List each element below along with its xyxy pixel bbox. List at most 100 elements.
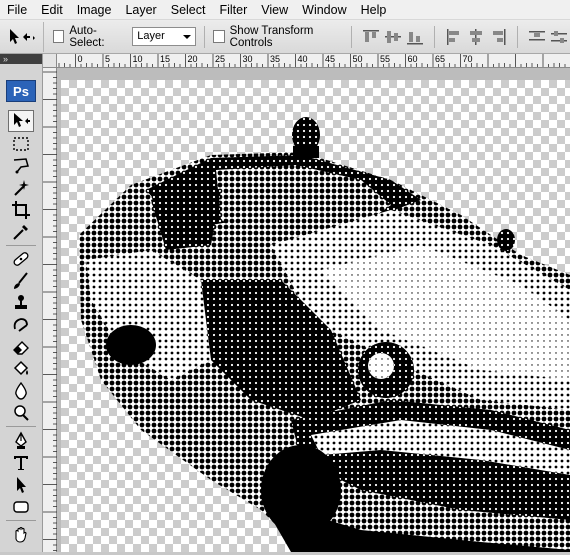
ps-logo[interactable]: Ps <box>6 80 36 102</box>
ruler-label: 45 <box>325 54 336 64</box>
ruler-label: 50 <box>352 54 363 64</box>
blur-drop-icon <box>15 381 27 400</box>
paint-bucket-tool[interactable] <box>8 358 34 380</box>
align-top-edges-button[interactable] <box>362 28 380 46</box>
align-top-icon <box>363 29 380 42</box>
vertical-ruler[interactable] <box>43 68 57 552</box>
align-left-icon <box>447 28 460 45</box>
auto-select-value: Layer <box>137 30 165 42</box>
lasso-tool[interactable] <box>8 155 34 177</box>
healing-brush-tool[interactable] <box>8 248 34 270</box>
hand-icon <box>15 526 27 543</box>
ruler-corner[interactable] <box>43 54 57 68</box>
brush-tool[interactable] <box>8 270 34 292</box>
ruler-label: 65 <box>435 54 446 64</box>
ruler-label: 15 <box>160 54 171 64</box>
menu-layer[interactable]: Layer <box>118 0 163 20</box>
menu-image[interactable]: Image <box>70 0 119 20</box>
magic-wand-tool[interactable] <box>8 177 34 199</box>
pen-icon <box>15 431 27 449</box>
halftone-police-car-image <box>79 117 570 552</box>
distribute-top-button[interactable] <box>528 28 546 46</box>
ruler-label: 5 <box>105 54 111 64</box>
ruler-label: 70 <box>462 54 473 64</box>
move-tool[interactable] <box>8 110 34 132</box>
ruler-label: 20 <box>187 54 198 64</box>
menu-window[interactable]: Window <box>295 0 353 20</box>
auto-select-dropdown[interactable]: Layer <box>132 27 197 46</box>
blur-tool[interactable] <box>8 380 34 402</box>
align-left-edges-button[interactable] <box>445 28 463 46</box>
eyedropper-tool[interactable] <box>8 221 34 243</box>
type-icon <box>14 456 28 470</box>
show-transform-checkbox[interactable] <box>213 30 225 43</box>
align-horizontal-centers-button[interactable] <box>467 28 485 46</box>
divider <box>6 426 36 427</box>
distribute-vcenter-icon <box>551 30 567 43</box>
stamp-icon <box>15 295 27 309</box>
paint-bucket-icon <box>13 360 29 376</box>
auto-select-label: Auto-Select: <box>69 24 105 49</box>
divider <box>6 245 36 246</box>
menu-bar: File Edit Image Layer Select Filter View… <box>0 0 570 20</box>
show-transform-label: Show Transform Controls <box>229 24 314 49</box>
path-selection-tool[interactable] <box>8 474 34 496</box>
menu-file[interactable]: File <box>0 0 34 20</box>
align-right-icon <box>493 28 506 45</box>
toolbox: » Ps <box>0 54 43 552</box>
divider <box>351 25 353 48</box>
rounded-rectangle-icon <box>13 501 29 513</box>
align-bottom-edges-button[interactable] <box>406 28 424 46</box>
hand-tool[interactable] <box>8 524 34 546</box>
ruler-label: 40 <box>297 54 308 64</box>
tool-preset-picker[interactable] <box>0 21 44 52</box>
path-selection-icon <box>17 477 26 493</box>
align-hcenter-icon <box>470 28 483 45</box>
shape-tool[interactable] <box>8 496 34 518</box>
vertical-ruler-ticks <box>43 71 57 551</box>
divider <box>517 25 518 48</box>
bandage-icon <box>13 252 29 266</box>
marquee-icon <box>13 137 29 151</box>
ruler-label: 10 <box>132 54 143 64</box>
menu-edit[interactable]: Edit <box>34 0 70 20</box>
menu-filter[interactable]: Filter <box>212 0 254 20</box>
divider <box>204 25 205 48</box>
distribute-top-icon <box>529 30 545 40</box>
marquee-tool[interactable] <box>8 133 34 155</box>
toolbox-grip[interactable]: » <box>0 54 42 64</box>
auto-select-checkbox[interactable] <box>52 30 65 43</box>
ruler-label: 0 <box>77 54 83 64</box>
type-tool[interactable] <box>8 452 34 474</box>
distribute-vcenter-button[interactable] <box>550 28 568 46</box>
eraser-tool[interactable] <box>8 336 34 358</box>
ruler-label: 60 <box>407 54 418 64</box>
magic-wand-icon <box>14 180 29 196</box>
clone-stamp-tool[interactable] <box>8 292 34 314</box>
ruler-label: 35 <box>270 54 281 64</box>
brush-icon <box>14 272 28 289</box>
menu-select[interactable]: Select <box>164 0 213 20</box>
crop-icon <box>12 201 30 219</box>
ruler-label: 30 <box>242 54 253 64</box>
menu-help[interactable]: Help <box>354 0 394 20</box>
pen-tool[interactable] <box>8 430 34 452</box>
canvas-area <box>57 68 570 552</box>
move-tool-icon <box>14 113 30 127</box>
move-tool-icon <box>10 28 36 44</box>
horizontal-ruler[interactable]: 50510152025303540455055606570 <box>43 54 570 68</box>
eraser-icon <box>13 341 29 355</box>
dodge-tool[interactable] <box>8 402 34 424</box>
align-right-edges-button[interactable] <box>489 28 507 46</box>
history-brush-tool[interactable] <box>8 314 34 336</box>
menu-view[interactable]: View <box>254 0 295 20</box>
document-canvas[interactable] <box>61 80 570 552</box>
align-bottom-icon <box>407 31 424 44</box>
lasso-icon <box>13 158 29 174</box>
dodge-icon <box>14 405 29 421</box>
ruler-label: 55 <box>380 54 391 64</box>
align-vertical-centers-button[interactable] <box>384 28 402 46</box>
ruler-label: 25 <box>215 54 226 64</box>
divider <box>434 25 436 48</box>
crop-tool[interactable] <box>8 199 34 221</box>
